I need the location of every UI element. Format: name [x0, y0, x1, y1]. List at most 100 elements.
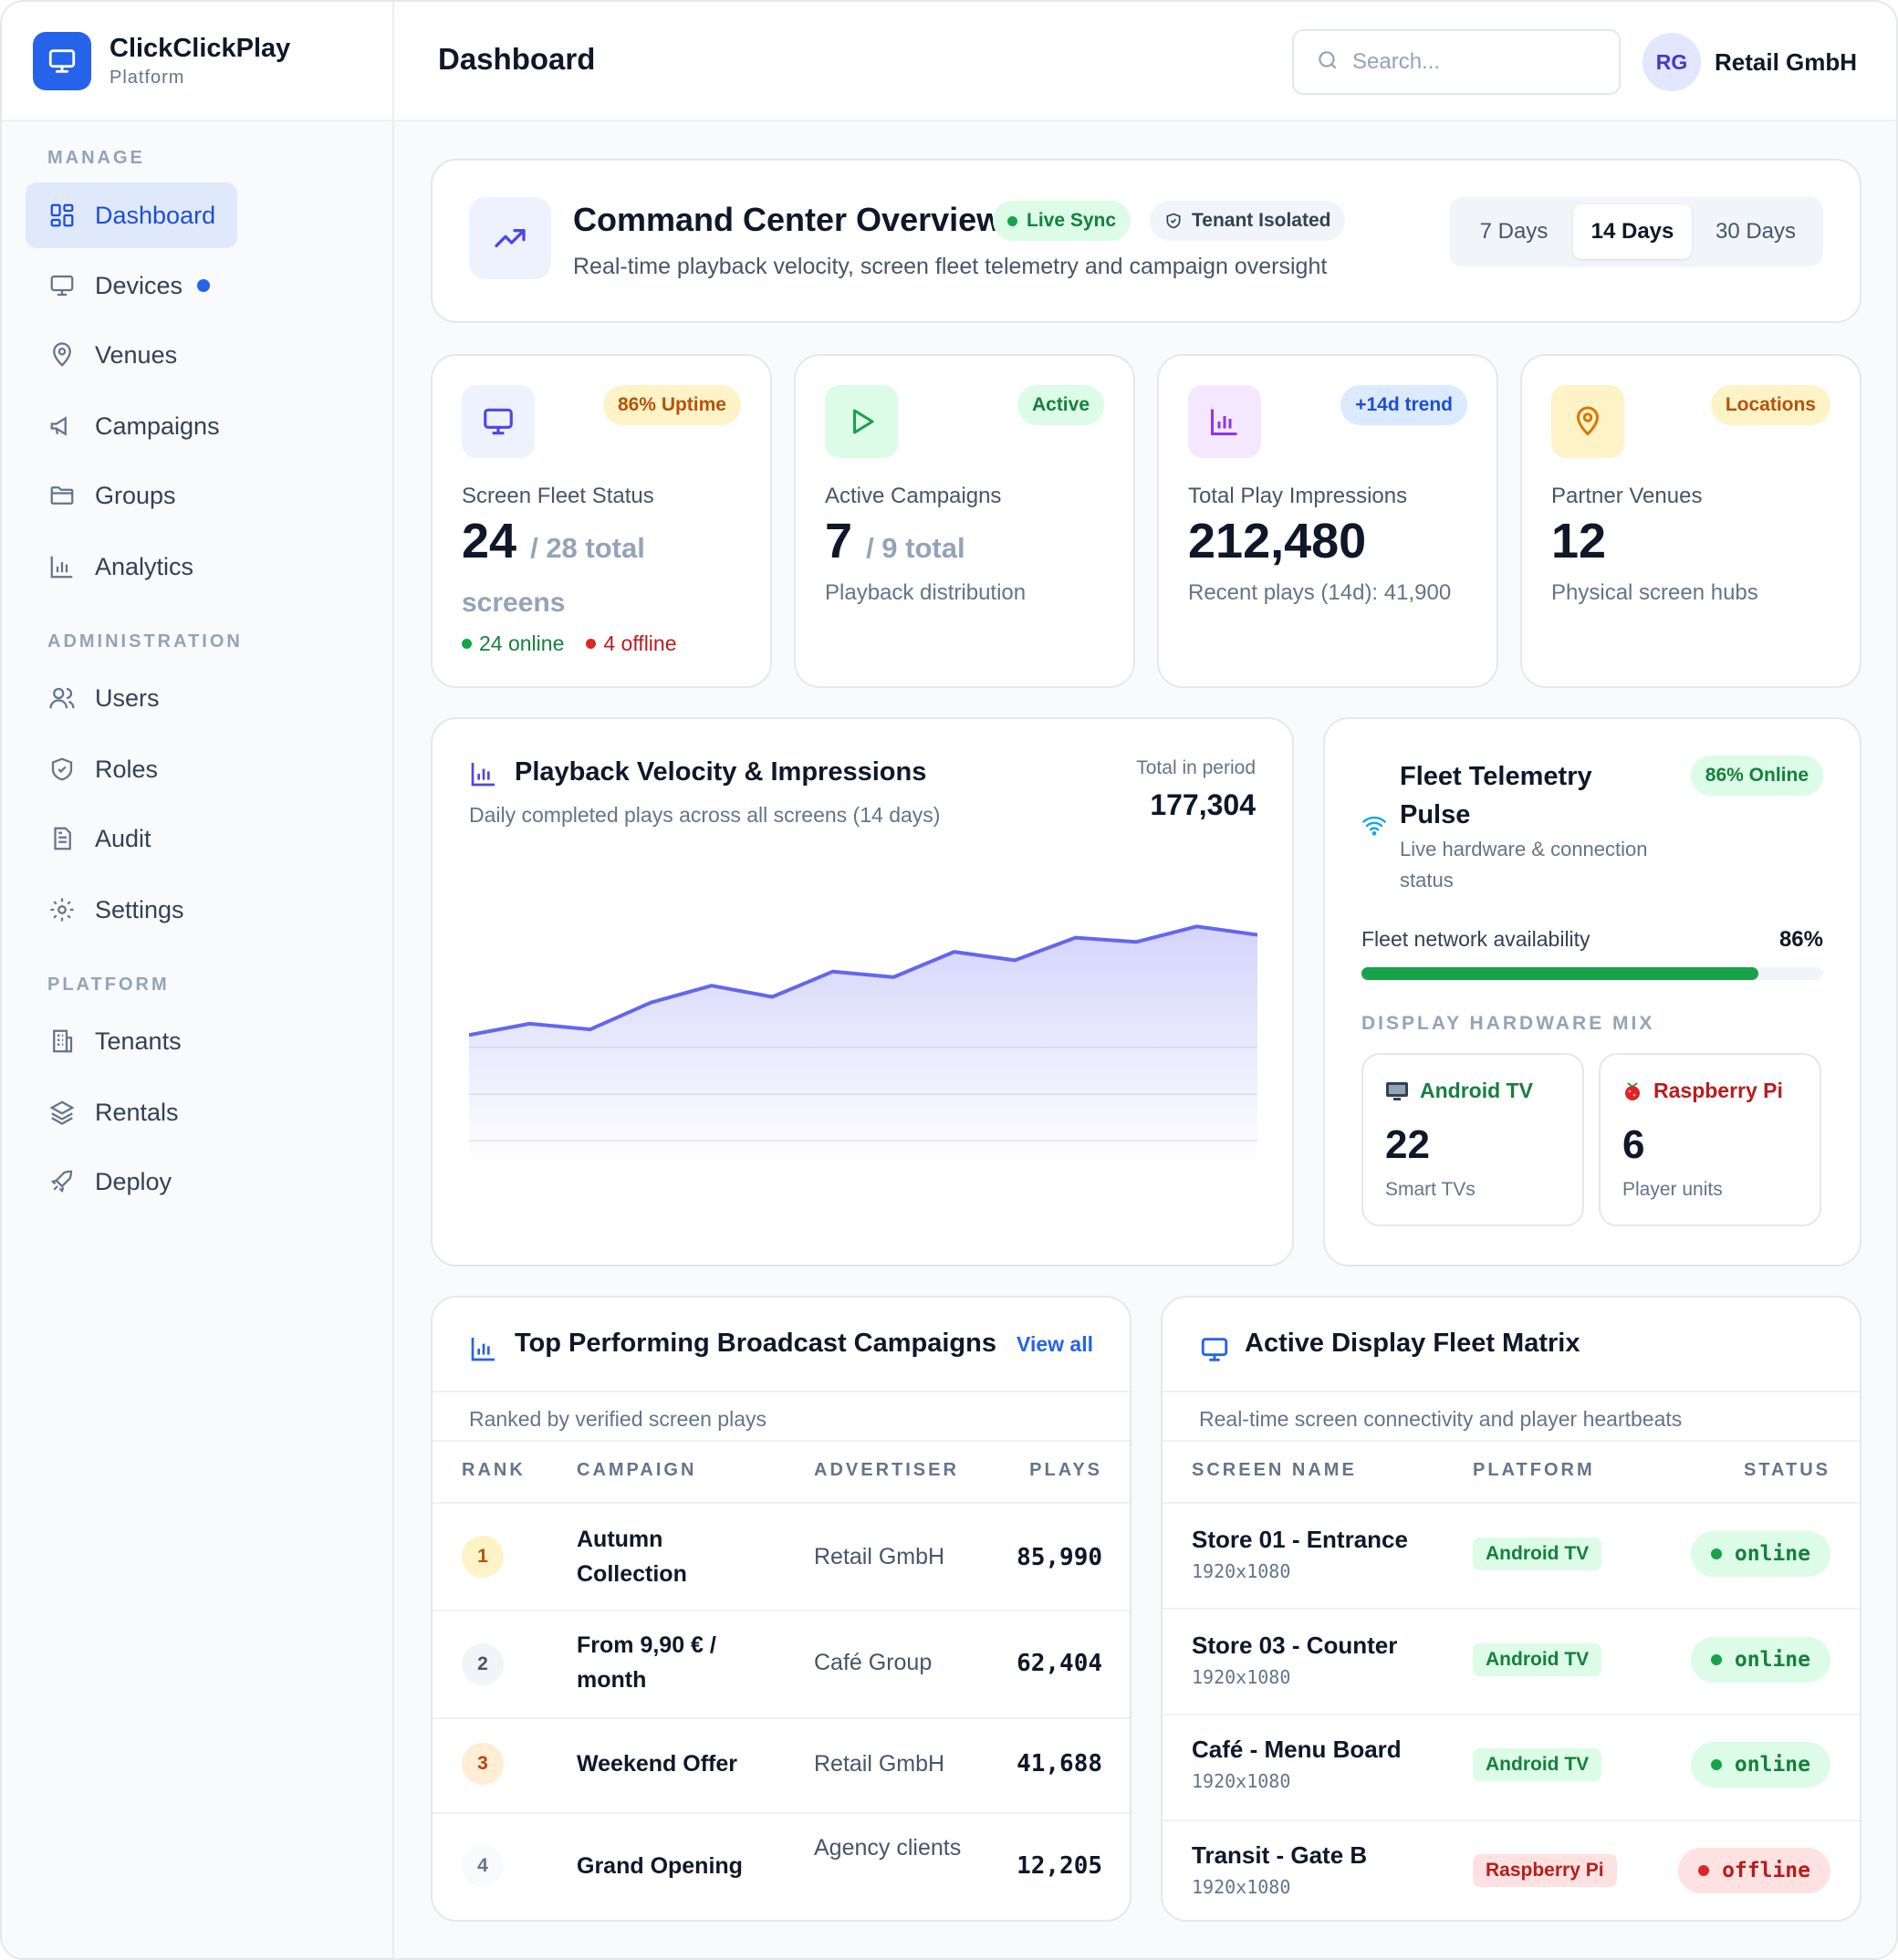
rank-badge: 2 — [462, 1643, 504, 1685]
stat-label: Screen Fleet Status — [462, 484, 654, 508]
monitor-icon — [1199, 1334, 1230, 1370]
avatar[interactable]: RG — [1642, 33, 1701, 91]
sidebar-item-audit[interactable]: Audit — [26, 806, 173, 871]
status-badge: offline — [1678, 1848, 1830, 1893]
stat-card-venues[interactable]: Locations Partner Venues 12 Physical scr… — [1520, 354, 1862, 688]
screen-name: Store 03 - Counter — [1192, 1632, 1398, 1659]
sidebar-item-label: Devices — [95, 271, 183, 299]
column-header[interactable]: RANK — [462, 1460, 526, 1481]
overview-title: Command Center Overview — [573, 201, 1003, 238]
stat-card-campaigns[interactable]: Active Active Campaigns 7 / 9 total Play… — [794, 354, 1135, 688]
monitor-icon — [462, 385, 535, 458]
stat-value: 24 / 28 total — [462, 513, 645, 569]
table-row[interactable]: 4 Grand Opening Agency clients 12,205 — [433, 1814, 1130, 1920]
sidebar-item-roles[interactable]: Roles — [26, 736, 180, 802]
column-header[interactable]: PLATFORM — [1473, 1460, 1595, 1481]
fleet-matrix-card: Active Display Fleet Matrix Real-time sc… — [1161, 1296, 1862, 1922]
table-row[interactable]: Transit - Gate B 1920x1080 Raspberry Pi … — [1163, 1821, 1860, 1920]
column-header[interactable]: SCREEN NAME — [1192, 1460, 1357, 1481]
live-sync-label: Live Sync — [1027, 210, 1117, 231]
sidebar-item-venues[interactable]: Venues — [26, 322, 199, 388]
sidebar-item-label: Dashboard — [95, 201, 216, 229]
platform-badge: Raspberry Pi — [1473, 1854, 1617, 1887]
sidebar-item-deploy[interactable]: Deploy — [26, 1149, 193, 1215]
column-header[interactable]: STATUS — [1744, 1460, 1830, 1481]
tenant-isolated-label: Tenant Isolated — [1192, 210, 1331, 231]
shield-icon — [47, 755, 77, 784]
fleet-matrix-subtitle: Real-time screen connectivity and player… — [1199, 1407, 1683, 1431]
online-offline-summary: 24 online 4 offline — [462, 631, 677, 656]
velocity-area-chart — [469, 924, 1257, 1166]
advertiser-name: Café Group — [814, 1650, 933, 1675]
range-14-days[interactable]: 14 Days — [1573, 204, 1692, 259]
view-all-link[interactable]: View all — [1017, 1332, 1093, 1357]
sidebar-item-rentals[interactable]: Rentals — [26, 1079, 201, 1145]
chart-title: Playback Velocity & Impressions — [515, 757, 927, 787]
sidebar-item-tenants[interactable]: Tenants — [26, 1008, 203, 1074]
online-dot-icon — [462, 639, 472, 649]
shield-icon — [1164, 212, 1183, 230]
availability-bar-fill — [1361, 967, 1759, 980]
sidebar-item-label: Audit — [95, 824, 151, 852]
play-icon — [825, 385, 898, 458]
tenant-isolated-badge: Tenant Isolated — [1150, 201, 1346, 241]
live-dot-icon — [1007, 215, 1017, 226]
sidebar-item-dashboard[interactable]: Dashboard — [26, 182, 238, 248]
table-row[interactable]: 2 From 9,90 € / month Café Group 62,404 — [433, 1611, 1130, 1717]
table-row[interactable]: Store 03 - Counter 1920x1080 Android TV … — [1163, 1610, 1860, 1714]
monitor-icon — [47, 271, 77, 300]
trend-badge: +14d trend — [1340, 385, 1467, 425]
gear-icon — [47, 895, 77, 924]
brand-name: ClickClickPlay — [110, 33, 291, 63]
screen-resolution: 1920x1080 — [1192, 1770, 1291, 1792]
offline-dot-icon — [586, 639, 597, 649]
status-label: online — [1734, 1753, 1810, 1777]
bar-chart-icon — [469, 1334, 498, 1368]
online-count: 24 online — [479, 631, 565, 655]
sidebar-item-devices[interactable]: Devices — [26, 253, 232, 318]
divider — [433, 1391, 1130, 1392]
search-box[interactable] — [1292, 29, 1621, 95]
trending-up-icon — [469, 197, 551, 279]
table-row[interactable]: 3 Weekend Offer Retail GmbH 41,688 — [433, 1719, 1130, 1812]
sidebar-item-settings[interactable]: Settings — [26, 877, 206, 943]
stat-value: 7 / 9 total — [825, 513, 965, 569]
stat-value-total: / 28 total — [530, 532, 645, 564]
tenant-name[interactable]: Retail GmbH — [1715, 48, 1857, 77]
sidebar-item-groups[interactable]: Groups — [26, 463, 198, 528]
hardware-count: 6 — [1622, 1122, 1645, 1167]
campaign-name: Weekend Offer — [577, 1751, 737, 1777]
sidebar-item-users[interactable]: Users — [26, 665, 182, 731]
hardware-card-android: Android TV 22 Smart TVs — [1361, 1053, 1584, 1226]
column-header[interactable]: ADVERTISER — [814, 1460, 959, 1481]
sidebar-item-analytics[interactable]: Analytics — [26, 534, 215, 599]
telemetry-subtitle: Live hardware & connection status — [1400, 838, 1648, 891]
total-period-label: Total in period — [1136, 757, 1256, 778]
campaigns-table-title: Top Performing Broadcast Campaigns — [515, 1329, 996, 1358]
stat-value-number: 7 — [825, 514, 853, 568]
stat-card-fleet[interactable]: 86% Uptime Screen Fleet Status 24 / 28 t… — [431, 354, 772, 688]
divider — [1163, 1391, 1860, 1392]
brand-subtitle: Platform — [110, 67, 185, 88]
range-7-days[interactable]: 7 Days — [1456, 204, 1571, 259]
column-header[interactable]: PLAYS — [1029, 1460, 1102, 1481]
bar-chart-icon — [469, 759, 498, 793]
stat-label: Total Play Impressions — [1188, 484, 1408, 508]
range-30-days[interactable]: 30 Days — [1695, 204, 1816, 259]
stat-label: Active Campaigns — [825, 484, 1002, 508]
sidebar-item-campaigns[interactable]: Campaigns — [26, 393, 242, 459]
stat-card-impressions[interactable]: +14d trend Total Play Impressions 212,48… — [1157, 354, 1498, 688]
velocity-chart-card: Playback Velocity & Impressions Daily co… — [431, 717, 1294, 1267]
brand[interactable]: ClickClickPlay Platform — [2, 2, 392, 121]
table-row[interactable]: Store 01 - Entrance 1920x1080 Android TV… — [1163, 1504, 1860, 1608]
nav-section-platform: PLATFORM — [47, 975, 170, 995]
table-row[interactable]: Café - Menu Board 1920x1080 Android TV o… — [1163, 1715, 1860, 1819]
column-header[interactable]: CAMPAIGN — [577, 1460, 696, 1481]
plays-count: 12,205 — [1017, 1852, 1102, 1880]
bar-chart-icon — [1188, 385, 1261, 458]
search-input[interactable] — [1352, 49, 1590, 75]
hardware-subtext: Player units — [1622, 1179, 1723, 1200]
nav-section-manage: MANAGE — [47, 148, 145, 168]
folder-icon — [47, 481, 77, 510]
table-row[interactable]: 1 Autumn Collection Retail GmbH 85,990 — [433, 1504, 1130, 1610]
